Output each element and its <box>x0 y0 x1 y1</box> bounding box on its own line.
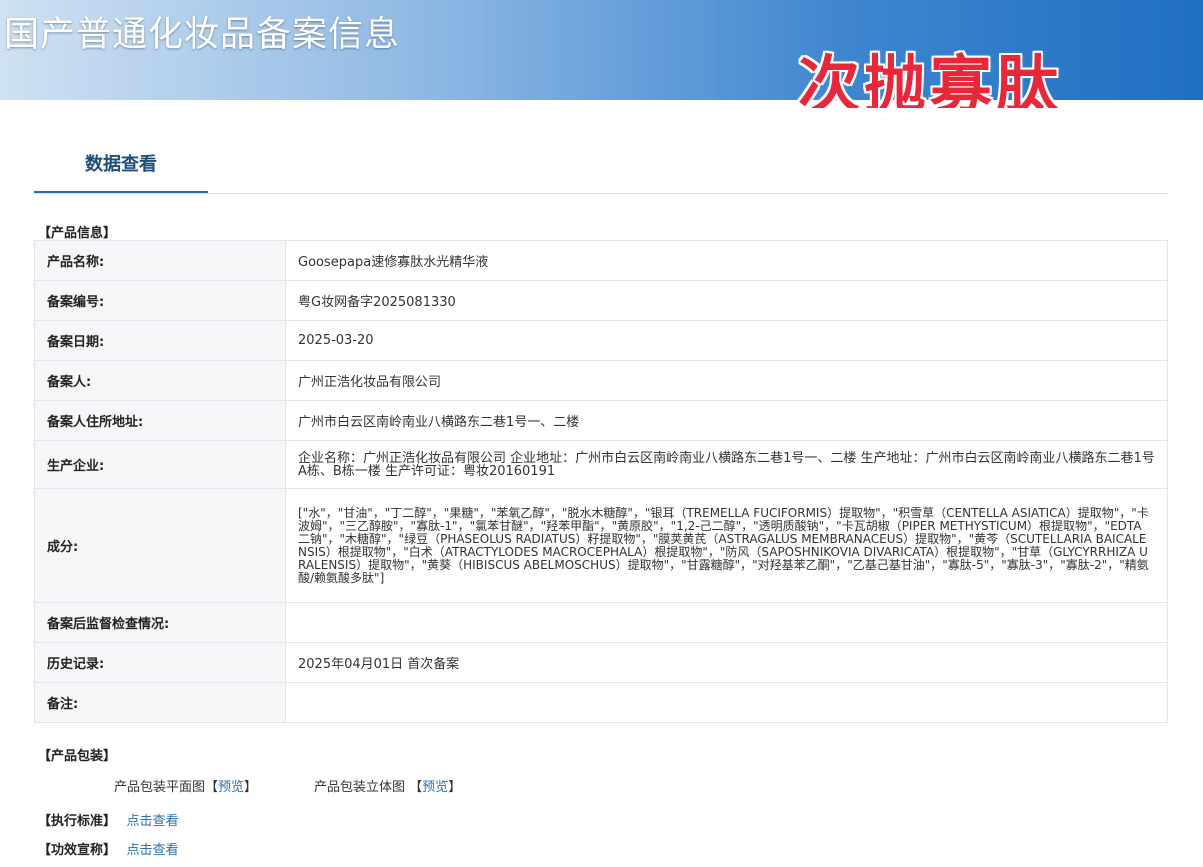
row-key: 备注: <box>34 682 286 723</box>
packaging-solid: 产品包装立体图 【预览】 <box>314 780 462 795</box>
row-key: 备案人住所地址: <box>34 400 286 441</box>
table-row: 生产企业: 企业名称：广州正浩化妆品有限公司 企业地址：广州市白云区南岭南业八横… <box>34 440 1168 489</box>
row-value: 2025年04月01日 首次备案 <box>285 642 1168 683</box>
ingredients-value: ["水"，"甘油"，"丁二醇"，"果糖"，"苯氧乙醇"，"脱水木糖醇"，"银耳（… <box>285 488 1168 603</box>
packaging-heading: 【产品包装】 <box>38 749 117 764</box>
row-key: 产品名称: <box>34 240 286 281</box>
table-row: 历史记录: 2025年04月01日 首次备案 <box>34 642 1168 683</box>
table-row: 备案人: 广州正浩化妆品有限公司 <box>34 360 1168 401</box>
standard-label: 【执行标准】 <box>38 814 117 829</box>
table-row: 备案后监督检查情况: <box>34 602 1168 643</box>
standard-row: 【执行标准】 点击查看 <box>38 810 179 829</box>
row-key: 备案后监督检查情况: <box>34 602 286 643</box>
row-value: 粤G妆网备字2025081330 <box>285 280 1168 321</box>
packaging-flat: 产品包装平面图【预览】 <box>114 780 258 795</box>
tab-divider <box>34 193 1168 194</box>
row-value: 广州市白云区南岭南业八横路东二巷1号一、二楼 <box>285 400 1168 441</box>
product-info-heading: 【产品信息】 <box>38 226 117 241</box>
efficacy-label: 【功效宣称】 <box>38 843 117 858</box>
row-key: 历史记录: <box>34 642 286 683</box>
row-value: 广州正浩化妆品有限公司 <box>285 360 1168 401</box>
row-key: 备案编号: <box>34 280 286 321</box>
packaging-solid-label: 产品包装立体图 <box>314 780 406 795</box>
table-row: 产品名称: Goosepapa速修寡肽水光精华液 <box>34 240 1168 281</box>
row-value: 企业名称：广州正浩化妆品有限公司 企业地址：广州市白云区南岭南业八横路东二巷1号… <box>285 440 1168 489</box>
table-row: 备案日期: 2025-03-20 <box>34 320 1168 361</box>
efficacy-view-link[interactable]: 点击查看 <box>127 843 179 858</box>
table-row: 备注: <box>34 682 1168 723</box>
packaging-flat-preview-link[interactable]: 预览 <box>218 780 244 795</box>
row-value <box>285 682 1168 723</box>
row-key: 备案人: <box>34 360 286 401</box>
header-banner: 国产普通化妆品备案信息 次抛寡肽 <box>0 0 1203 121</box>
row-key: 成分: <box>34 488 286 603</box>
packaging-flat-label: 产品包装平面图 <box>114 780 206 795</box>
row-value: 2025-03-20 <box>285 320 1168 361</box>
tab-data-view[interactable]: 数据查看 <box>34 142 208 194</box>
row-value <box>285 602 1168 643</box>
packaging-solid-preview-link[interactable]: 预览 <box>422 780 448 795</box>
row-key: 备案日期: <box>34 320 286 361</box>
table-row: 备案编号: 粤G妆网备字2025081330 <box>34 280 1168 321</box>
page-title: 国产普通化妆品备案信息 <box>4 15 401 55</box>
row-key: 生产企业: <box>34 440 286 489</box>
product-info-table: 产品名称: Goosepapa速修寡肽水光精华液 备案编号: 粤G妆网备字202… <box>34 240 1168 723</box>
table-row: 成分: ["水"，"甘油"，"丁二醇"，"果糖"，"苯氧乙醇"，"脱水木糖醇"，… <box>34 488 1168 603</box>
row-value: Goosepapa速修寡肽水光精华液 <box>285 240 1168 281</box>
standard-view-link[interactable]: 点击查看 <box>127 814 179 829</box>
table-row: 备案人住所地址: 广州市白云区南岭南业八横路东二巷1号一、二楼 <box>34 400 1168 441</box>
efficacy-row: 【功效宣称】 点击查看 <box>38 839 179 858</box>
